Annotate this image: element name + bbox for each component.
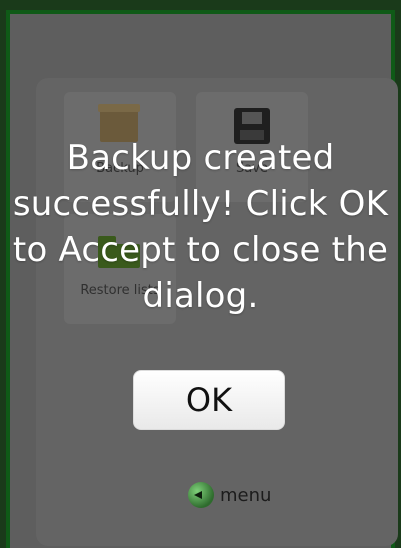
dialog-message: Backup created successfully! Click OK to… xyxy=(12,138,389,316)
menu-button[interactable]: menu xyxy=(188,482,271,508)
ok-button[interactable]: OK xyxy=(133,370,285,430)
app-frame: Backup Save Restore lists Backup created… xyxy=(0,0,401,548)
menu-label: menu xyxy=(220,484,272,506)
back-arrow-icon xyxy=(188,482,214,508)
